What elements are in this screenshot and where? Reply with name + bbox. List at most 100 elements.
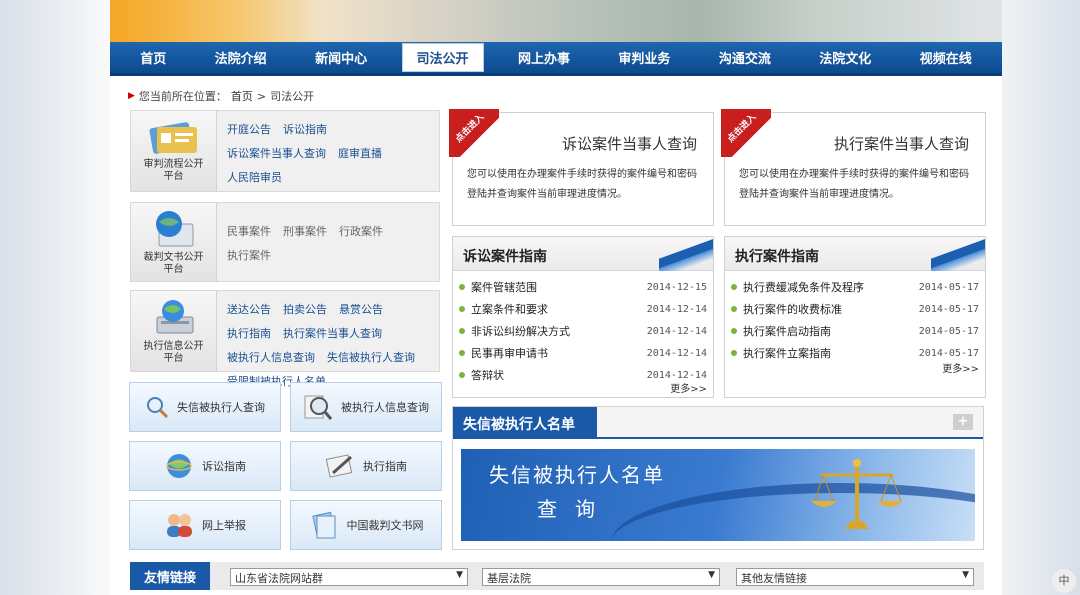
guide-item-label[interactable]: 执行案件立案指南 <box>743 345 919 361</box>
tile-online-report[interactable]: 网上举报 <box>129 500 281 550</box>
guide-list-item[interactable]: 执行案件的收费标准 2014-05-17 <box>731 300 979 318</box>
platform-judgments: 裁判文书公开平台 民事案件 刑事案件 行政案件 执行案件 <box>130 202 440 282</box>
tile-debtor-info-query[interactable]: 被执行人信息查询 <box>290 382 442 432</box>
nav-item-3[interactable]: 司法公开 <box>401 43 484 72</box>
monitor-globe-icon <box>155 211 193 247</box>
breadcrumb-prefix: 您当前所在位置： <box>138 90 227 103</box>
nav-item-6[interactable]: 沟通交流 <box>705 44 785 71</box>
link-criminal-cases[interactable]: 刑事案件 <box>283 223 327 239</box>
link-litigant-query[interactable]: 诉讼案件当事人查询 <box>227 145 326 161</box>
link-reward-notice[interactable]: 悬赏公告 <box>339 301 383 317</box>
click-enter-ribbon: 点击进入 <box>721 109 771 157</box>
tile-label: 诉讼指南 <box>202 460 246 473</box>
nav-item-1[interactable]: 法院介绍 <box>201 44 281 71</box>
select-value: 山东省法院网站群 <box>235 572 323 585</box>
link-juror[interactable]: 人民陪审员 <box>227 169 282 185</box>
nav-item-5[interactable]: 审判业务 <box>604 44 684 71</box>
more-link[interactable]: 更多>> <box>670 380 707 395</box>
link-enforcement-guide[interactable]: 执行指南 <box>227 325 271 341</box>
nav-item-4[interactable]: 网上办事 <box>504 44 584 71</box>
people-icon <box>167 514 192 537</box>
guide-item-label[interactable]: 立案条件和要求 <box>471 301 647 317</box>
guide-item-label[interactable]: 执行案件的收费标准 <box>743 301 919 317</box>
tile-enforcement-guide[interactable]: 执行指南 <box>290 441 442 491</box>
platform-links: 民事案件 刑事案件 行政案件 执行案件 <box>217 203 439 281</box>
link-enforcement-cases[interactable]: 执行案件 <box>227 247 271 263</box>
litigation-guide-panel: 诉讼案件指南 案件管辖范围 2014-12-15 立案条件和要求 2014-12-14… <box>452 236 714 398</box>
tile-litigation-guide[interactable]: 诉讼指南 <box>129 441 281 491</box>
tile-label: 失信被执行人查询 <box>177 401 265 414</box>
link-dishonest-debtor-query[interactable]: 失信被执行人查询 <box>327 349 415 365</box>
header-swoosh-decoration <box>931 237 985 271</box>
guide-item-date: 2014-12-14 <box>646 325 707 337</box>
guide-list-item[interactable]: 执行费缓减免条件及程序 2014-05-17 <box>731 278 979 296</box>
guide-item-label[interactable]: 答辩状 <box>471 367 647 383</box>
platform-enforcement-entry[interactable]: 执行信息公开平台 <box>131 291 217 371</box>
guide-list-item[interactable]: 民事再审申请书 2014-12-14 <box>459 344 707 362</box>
guide-item-label[interactable]: 民事再审申请书 <box>471 345 647 361</box>
tile-dishonest-debtor-query[interactable]: 失信被执行人查询 <box>129 382 281 432</box>
bullet-dot-icon <box>731 328 737 334</box>
guide-item-label[interactable]: 执行费缓减免条件及程序 <box>743 279 919 295</box>
breadcrumb-home-link[interactable]: 首页 <box>231 88 253 104</box>
guide-list-item[interactable]: 执行案件启动指南 2014-05-17 <box>731 322 979 340</box>
globe-icon <box>166 454 192 478</box>
select-shandong-court-sites[interactable]: 山东省法院网站群 ▼ <box>230 568 468 586</box>
guide-item-label[interactable]: 执行案件启动指南 <box>743 323 919 339</box>
litigation-party-query-box[interactable]: 点击进入 诉讼案件当事人查询 您可以使用在办理案件手续时获得的案件编号和密码登陆… <box>449 109 714 226</box>
bullet-dot-icon <box>459 372 465 378</box>
breadcrumb-separator: > <box>256 89 267 103</box>
link-civil-cases[interactable]: 民事案件 <box>227 223 271 239</box>
link-service-notice[interactable]: 送达公告 <box>227 301 271 317</box>
enforcement-party-query-box[interactable]: 点击进入 执行案件当事人查询 您可以使用在办理案件手续时获得的案件编号和密码登陆… <box>721 109 986 226</box>
query-box-description: 您可以使用在办理案件手续时获得的案件编号和密码登陆并查询案件当前审理进度情况。 <box>739 169 969 200</box>
expand-plus-button[interactable]: + <box>953 414 973 430</box>
guide-item-date: 2014-05-17 <box>918 325 979 337</box>
guide-list-item[interactable]: 非诉讼纠纷解决方式 2014-12-14 <box>459 322 707 340</box>
platform-title: 裁判文书公开平台 <box>143 252 204 275</box>
guide-item-label[interactable]: 案件管辖范围 <box>471 279 647 295</box>
guide-item-date: 2014-05-17 <box>918 281 979 293</box>
document-pen-icon <box>325 454 353 478</box>
platform-links: 送达公告 拍卖公告 悬赏公告 执行指南 执行案件当事人查询 被执行人信息查询 失… <box>217 291 439 388</box>
guide-item-date: 2014-12-14 <box>646 369 707 381</box>
link-litigation-guide[interactable]: 诉讼指南 <box>283 121 327 137</box>
bullet-dot-icon <box>459 350 465 356</box>
select-grassroots-courts[interactable]: 基层法院 ▼ <box>482 568 720 586</box>
breadcrumb-current: 司法公开 <box>270 90 315 103</box>
nav-item-0[interactable]: 首页 <box>126 44 180 71</box>
nav-item-2[interactable]: 新闻中心 <box>301 44 381 71</box>
platform-enforcement: 执行信息公开平台 送达公告 拍卖公告 悬赏公告 执行指南 执行案件当事人查询 被… <box>130 290 440 388</box>
platform-trial-process-entry[interactable]: 审判流程公开平台 <box>131 111 217 191</box>
more-link[interactable]: 更多>> <box>942 360 979 375</box>
select-value: 基层法院 <box>487 572 531 585</box>
panel-header: 诉讼案件指南 <box>453 237 713 271</box>
select-value: 其他友情链接 <box>741 572 807 585</box>
guide-list-item[interactable]: 立案条件和要求 2014-12-14 <box>459 300 707 318</box>
link-trial-live[interactable]: 庭审直播 <box>338 145 382 161</box>
ribbon-label: 点击进入 <box>453 112 487 145</box>
dishonest-debtor-query-banner[interactable]: 失信被执行人名单 查询 <box>461 449 975 541</box>
link-hearing-notice[interactable]: 开庭公告 <box>227 121 271 137</box>
bullet-dot-icon <box>731 350 737 356</box>
guide-list-item[interactable]: 案件管辖范围 2014-12-15 <box>459 278 707 296</box>
language-badge[interactable]: 中 <box>1052 569 1076 593</box>
breadcrumb-arrow-icon: ▶ <box>128 91 135 101</box>
link-debtor-info-query[interactable]: 被执行人信息查询 <box>227 349 315 365</box>
platform-trial-process: 审判流程公开平台 开庭公告 诉讼指南 诉讼案件当事人查询 庭审直播 人民陪审员 <box>130 110 440 192</box>
link-auction-notice[interactable]: 拍卖公告 <box>283 301 327 317</box>
platform-judgments-entry[interactable]: 裁判文书公开平台 <box>131 203 217 281</box>
dishonest-debtor-list-panel: 失信被执行人名单 + 失信被执行人名单 查询 <box>452 406 984 550</box>
banner-line2: 查询 <box>537 497 613 521</box>
nav-item-7[interactable]: 法院文化 <box>805 44 885 71</box>
panel-title: 失信被执行人名单 <box>453 407 597 439</box>
nav-item-8[interactable]: 视频在线 <box>906 44 986 71</box>
bullet-dot-icon <box>459 284 465 290</box>
link-enforcement-party-query[interactable]: 执行案件当事人查询 <box>283 325 382 341</box>
guide-item-label[interactable]: 非诉讼纠纷解决方式 <box>471 323 647 339</box>
tile-china-judgments-online[interactable]: 中国裁判文书网 <box>290 500 442 550</box>
guide-item-date: 2014-05-17 <box>918 347 979 359</box>
link-administrative-cases[interactable]: 行政案件 <box>339 223 383 239</box>
select-other-links[interactable]: 其他友情链接 ▼ <box>736 568 974 586</box>
guide-item-date: 2014-05-17 <box>918 303 979 315</box>
